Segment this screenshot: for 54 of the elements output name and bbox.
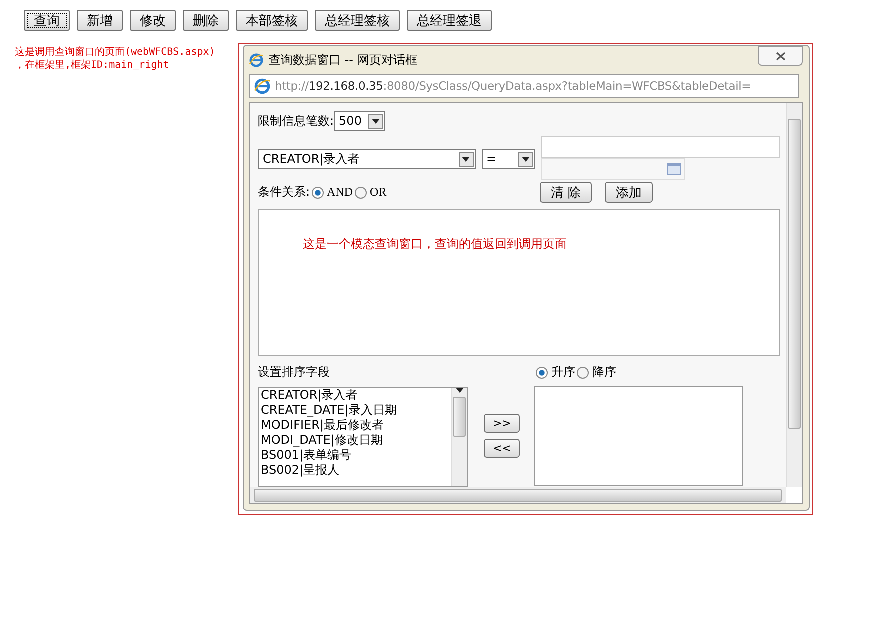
toolbar-button[interactable]: 删除 [183,10,229,31]
radio-button[interactable] [355,186,368,198]
radio-label: OR [370,185,387,200]
horizontal-scrollbar[interactable] [250,487,786,503]
relation-label: 条件关系: [258,184,310,201]
move-button[interactable]: >> [484,414,520,433]
toolbar-button[interactable]: 修改 [130,10,176,31]
list-item[interactable]: CREATE_DATE|录入日期 [261,403,449,418]
toolbar-button[interactable]: 本部签核 [236,10,308,31]
move-button[interactable]: << [484,439,520,458]
caret-icon [456,388,464,393]
radio-button[interactable] [577,366,590,378]
close-icon [776,52,786,60]
action-button[interactable]: 清 除 [540,182,592,203]
dialog-title: 查询数据窗口 -- 网页对话框 [269,52,418,68]
list-item[interactable]: MODI_DATE|修改日期 [261,433,449,448]
note-text: 这是调用查询窗口的页面(webWFCBS.aspx) [15,46,216,59]
toolbar-button[interactable]: 新增 [77,10,123,31]
limit-label: 限制信息笔数: [258,112,334,130]
globe-e-icon [249,52,264,68]
toolbar-button[interactable]: 查询 [24,10,70,31]
field-select[interactable]: CREATOR|录入者 [258,149,476,169]
sort-label: 设置排序字段 [258,364,331,381]
query-text: 这是一个模态查询窗口，查询的值返回到调用页面 [303,237,567,251]
sort-field-list[interactable]: CREATOR|录入者 CREATE_DATE|录入日期 MODIFIER|最后修改者 MODI_DATE|修改日期 BS001|表单编号 BS002|呈报人 [258,387,468,487]
radio-label: 降序 [592,364,616,381]
caret-icon [372,118,380,124]
list-item[interactable]: BS001|表单编号 [261,448,449,463]
operator-select[interactable]: = [482,149,535,169]
close-button[interactable] [758,46,803,66]
toolbar-button[interactable]: 总经理签核 [315,10,400,31]
caret-icon [462,156,470,162]
caret-icon [522,156,530,162]
list-item[interactable]: MODIFIER|最后修改者 [261,418,449,433]
radio-button[interactable] [312,186,324,198]
toolbar-button[interactable]: 总经理签退 [407,10,492,31]
calendar-icon [667,163,681,175]
action-button[interactable]: 添加 [605,182,653,203]
list-item[interactable]: CREATOR|录入者 [261,388,449,403]
url-text: http://192.168.0.35:8080/SysClass/QueryData.aspx?tableMain=WFCBS&tableDetail= [275,79,752,93]
selected-sort-list[interactable] [534,386,744,486]
list-scrollbar[interactable] [451,388,467,486]
value-field[interactable] [541,136,780,158]
globe-e-icon [254,78,271,94]
list-item[interactable]: BS002|呈报人 [261,463,449,478]
radio-label: 升序 [551,364,576,381]
date-field[interactable] [541,158,685,180]
radio-button[interactable] [536,366,548,378]
radio-label: AND [327,185,354,200]
address-bar[interactable]: http://192.168.0.35:8080/SysClass/QueryData.aspx?tableMain=WFCBS&tableDetail= [249,74,799,98]
note-text: ，在框架里,框架ID:main_right [15,59,170,72]
query-textarea[interactable]: 这是一个模态查询窗口，查询的值返回到调用页面 [258,209,780,356]
vertical-scrollbar[interactable] [786,103,802,487]
limit-select[interactable]: 500 [334,111,386,131]
